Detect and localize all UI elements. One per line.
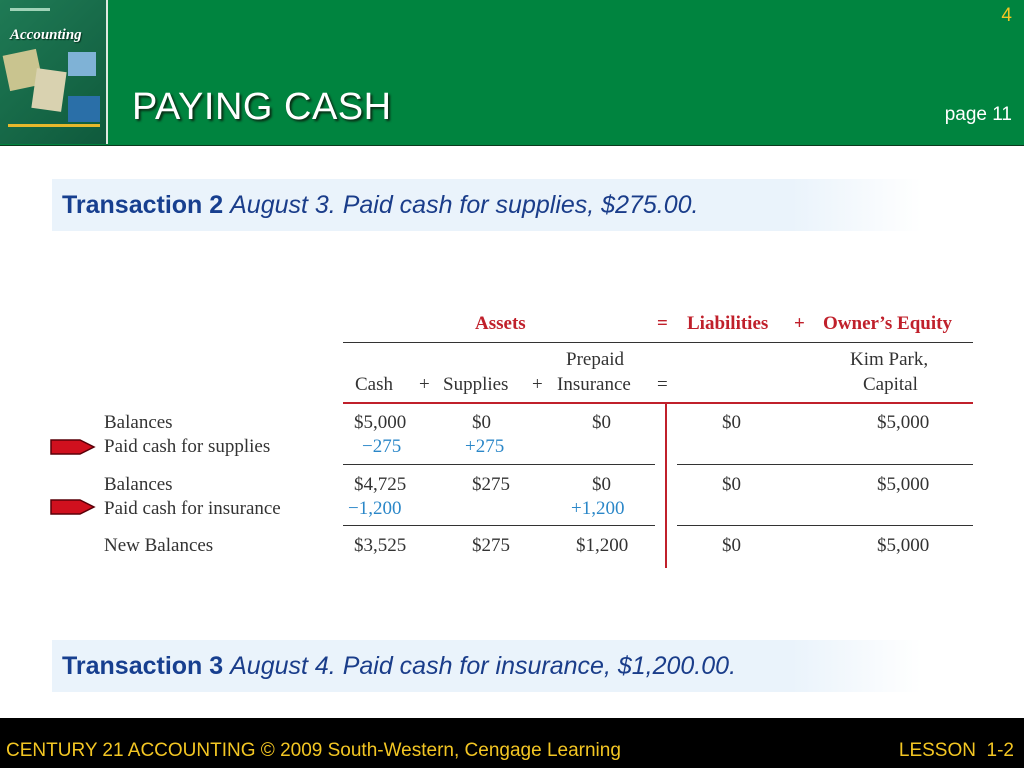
slide-footer: CENTURY 21 ACCOUNTING © 2009 South-Weste…: [0, 718, 1024, 768]
cell-r5-capital: $5,000: [877, 535, 930, 556]
slide-number: 4: [1001, 5, 1012, 26]
col-prepaid-line1: Prepaid: [566, 349, 625, 370]
equals-divider: [665, 402, 667, 568]
cell-r1-liabilities: $0: [722, 412, 741, 433]
owners-equity-heading: Owner’s Equity: [823, 313, 952, 334]
cell-r1-capital: $5,000: [877, 412, 930, 433]
row-label-new-balances: New Balances: [104, 535, 214, 556]
cell-r5-prepaid: $1,200: [576, 535, 629, 556]
assets-rule-1: [343, 464, 655, 465]
liabilities-heading: Liabilities: [687, 313, 769, 334]
equity-rule-1: [677, 464, 973, 465]
cell-r5-cash: $3,525: [354, 535, 407, 556]
cell-r5-liabilities: $0: [722, 535, 741, 556]
cell-r5-supplies: $275: [472, 535, 510, 556]
cell-r2-supplies: +275: [465, 436, 505, 457]
book-title: Accounting: [10, 27, 82, 43]
assets-heading: Assets: [475, 313, 526, 334]
slide-header: Accounting 4 PAYING CASH page 11: [0, 0, 1024, 146]
col-capital-line1: Kim Park,: [850, 349, 929, 370]
cell-r1-cash: $5,000: [354, 412, 407, 433]
cell-r3-prepaid: $0: [592, 474, 611, 495]
column-header-rule: [343, 402, 973, 404]
equals-heading: =: [657, 313, 668, 334]
cell-r1-supplies: $0: [472, 412, 491, 433]
textbook-cover-image: Accounting: [0, 0, 108, 144]
cell-r4-prepaid: +1,200: [571, 498, 625, 519]
col-capital-line2: Capital: [863, 374, 918, 395]
cover-photo-4: [68, 96, 100, 122]
transaction-2-text: August 3. Paid cash for supplies, $275.0…: [230, 191, 699, 219]
cell-r3-capital: $5,000: [877, 474, 930, 495]
header-rule: [343, 342, 973, 343]
cell-r3-supplies: $275: [472, 474, 510, 495]
row-label-paid-supplies: Paid cash for supplies: [104, 436, 271, 457]
cell-r1-prepaid: $0: [592, 412, 611, 433]
transaction-3-label: Transaction 3: [62, 652, 224, 680]
col-plus-2: +: [532, 374, 543, 395]
transaction-2-banner: Transaction 2 August 3. Paid cash for su…: [52, 179, 922, 231]
cover-photo-3: [68, 52, 96, 76]
cell-r3-liabilities: $0: [722, 474, 741, 495]
equity-rule-2: [677, 525, 973, 526]
assets-rule-2: [343, 525, 655, 526]
col-prepaid-line2: Insurance: [557, 374, 631, 395]
row-label-paid-insurance: Paid cash for insurance: [104, 498, 281, 519]
col-cash: Cash: [355, 374, 393, 395]
cell-r3-cash: $4,725: [354, 474, 407, 495]
cover-bar: [8, 124, 100, 127]
footer-copyright: CENTURY 21 ACCOUNTING © 2009 South-Weste…: [6, 740, 621, 761]
cover-stripe: [10, 8, 50, 11]
col-supplies: Supplies: [443, 374, 509, 395]
cover-photo-2: [31, 68, 67, 112]
row-label-balances-2: Balances: [104, 474, 173, 495]
footer-lesson: LESSON 1-2: [898, 740, 1014, 761]
cell-r4-cash: −1,200: [348, 498, 402, 519]
arrow-right-icon: [50, 499, 96, 515]
transaction-2-label: Transaction 2: [62, 191, 224, 219]
plus-heading: +: [794, 313, 805, 334]
arrow-right-icon: [50, 439, 96, 455]
transaction-3-text: August 4. Paid cash for insurance, $1,20…: [230, 652, 737, 680]
row-label-balances-1: Balances: [104, 412, 173, 433]
col-plus-1: +: [419, 374, 430, 395]
page-title: PAYING CASH: [132, 86, 392, 128]
cell-r2-cash: −275: [362, 436, 402, 457]
transaction-3-banner: Transaction 3 August 4. Paid cash for in…: [52, 640, 922, 692]
col-equals: =: [657, 374, 668, 395]
page-reference: page 11: [944, 104, 1012, 125]
